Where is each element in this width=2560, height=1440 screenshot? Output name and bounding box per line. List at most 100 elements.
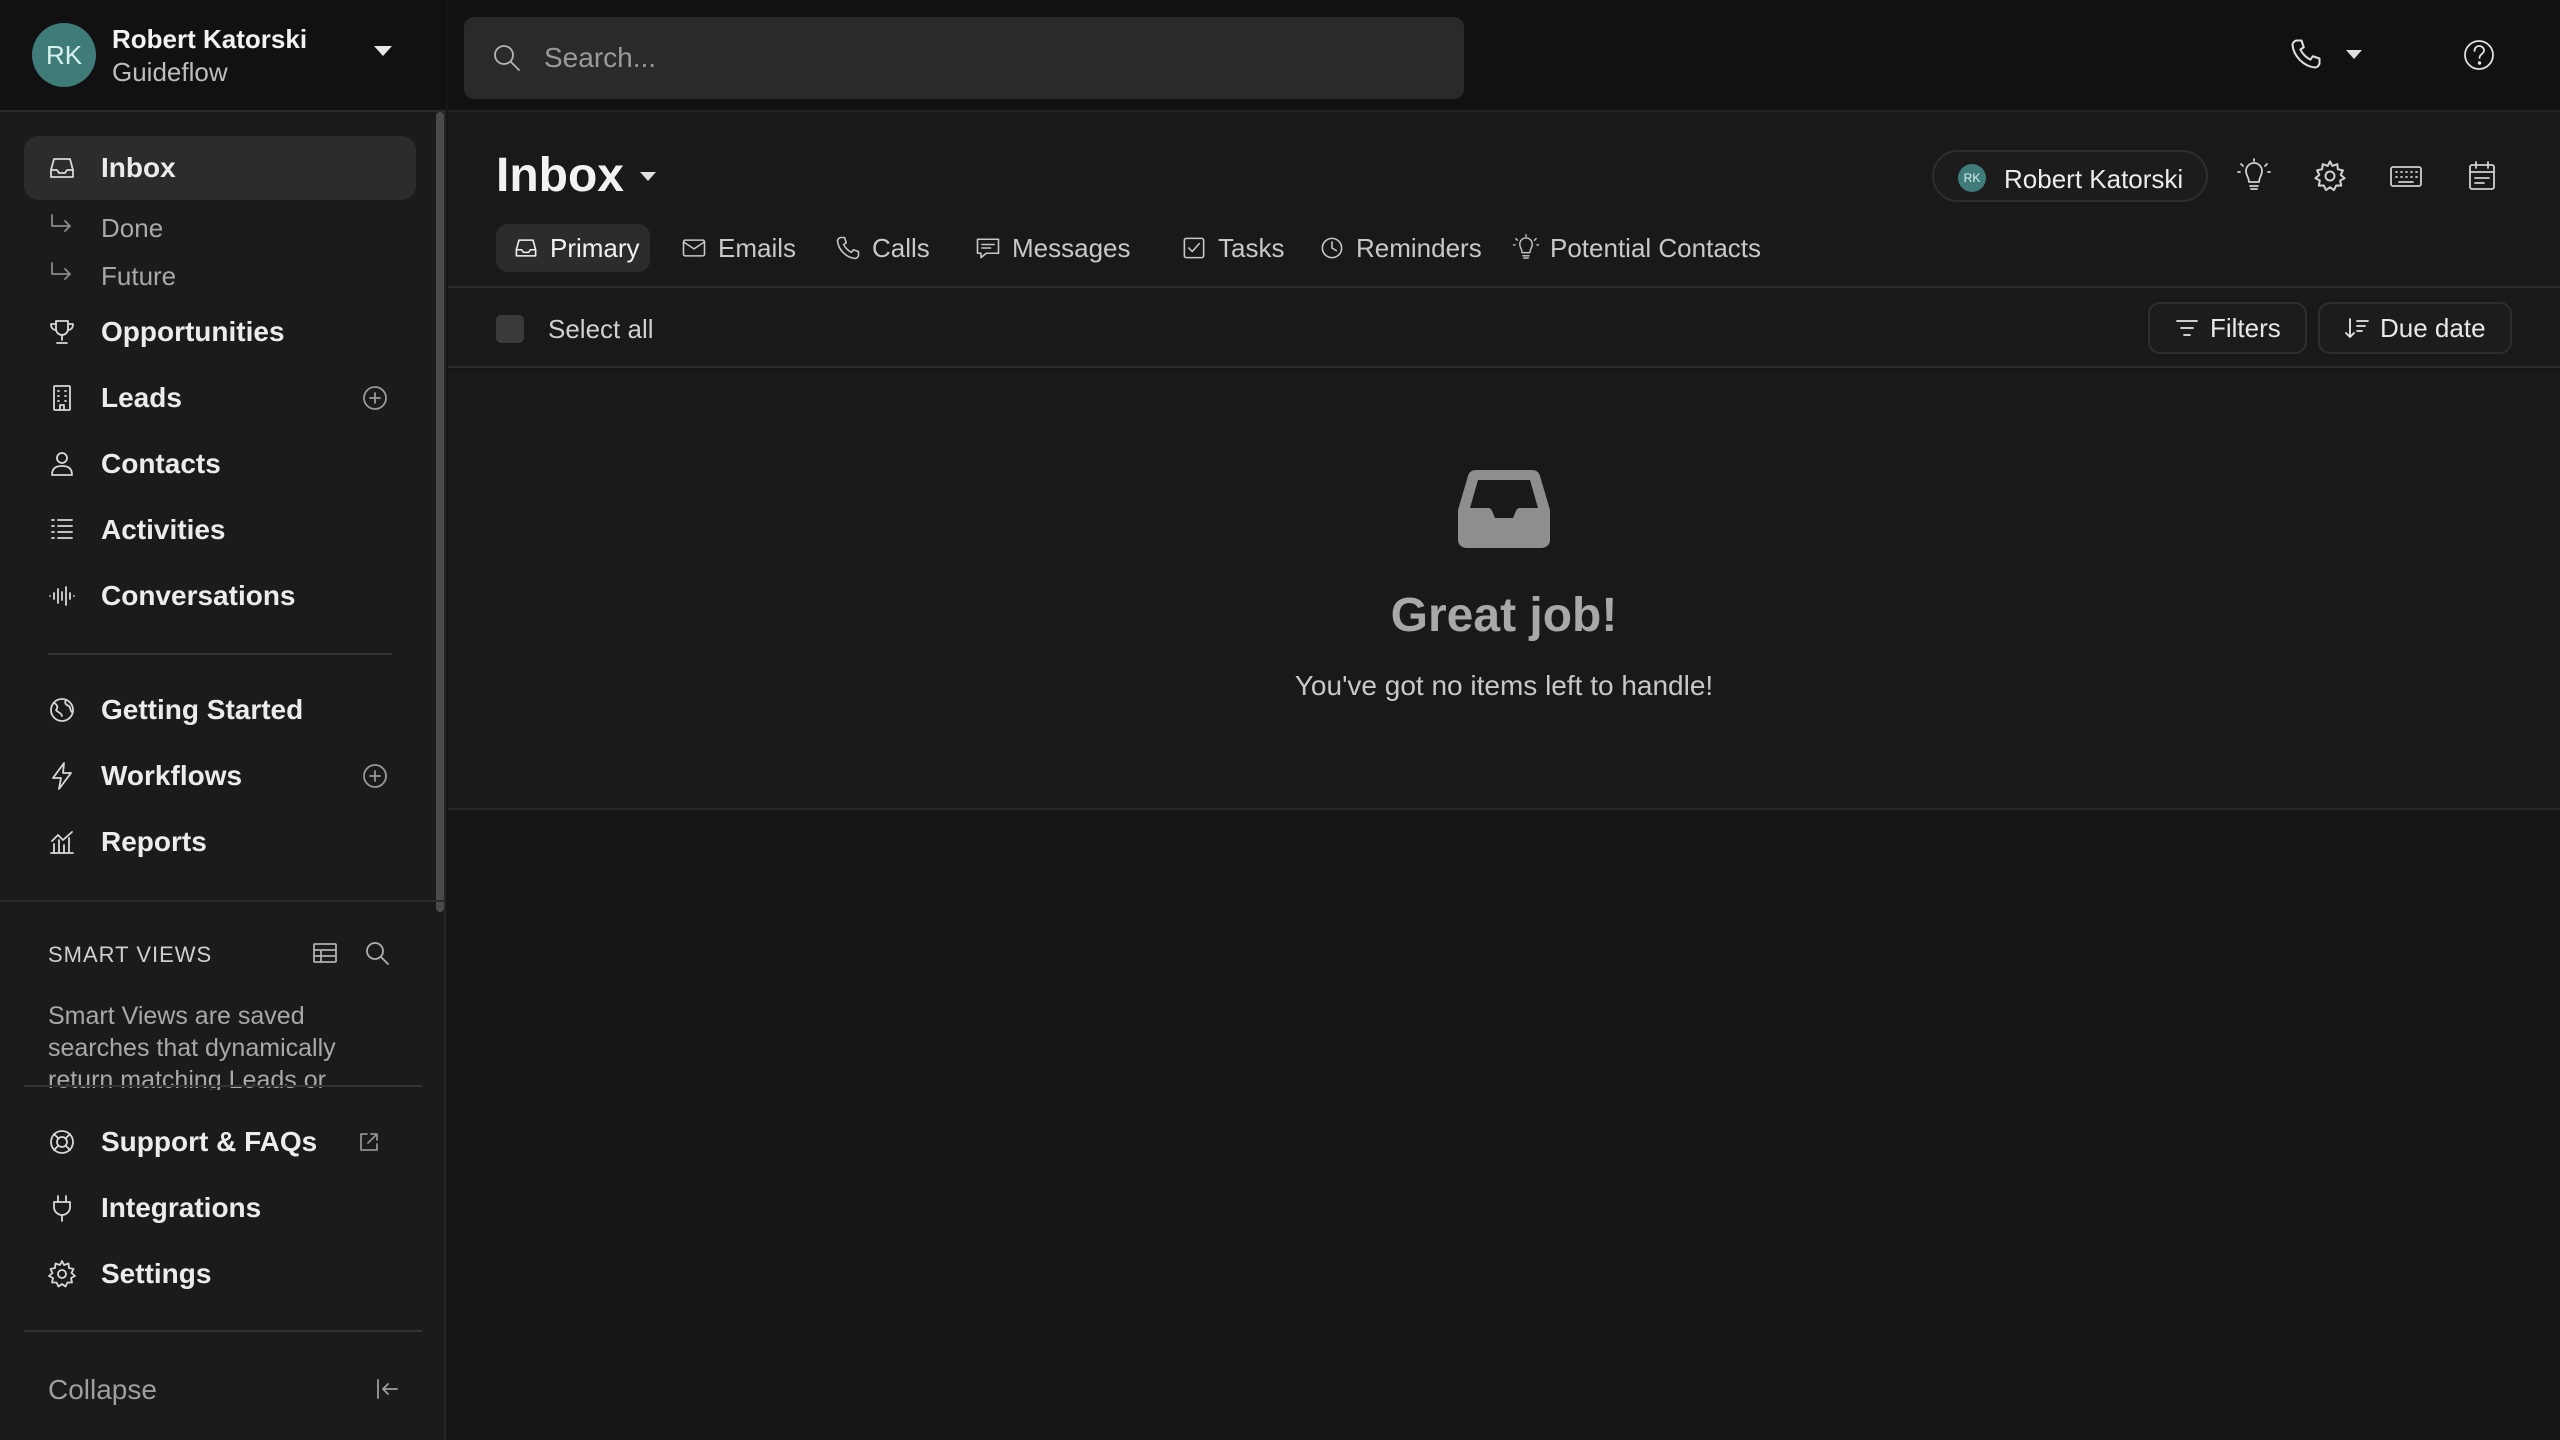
user-filter-chip[interactable]: RK Robert Katorski [1932,150,2208,202]
sidebar-item-support[interactable]: Support & FAQs [24,1110,416,1174]
top-bar [448,0,2560,112]
lightbulb-icon [1512,234,1540,259]
sidebar-item-conversations[interactable]: Conversations [24,564,416,628]
tab-label: Messages [1012,232,1131,263]
sidebar-item-label: Reports [101,826,207,857]
smart-views-description: Smart Views are saved searches that dyna… [48,1002,336,1090]
select-all-label[interactable]: Select all [548,314,654,345]
empty-state-subtitle: You've got no items left to handle! [1294,670,1714,701]
account-name: Robert Katorski [112,24,308,54]
caret-down-icon[interactable] [638,170,658,182]
gear-icon[interactable] [2312,158,2348,194]
search-icon [494,45,520,71]
tab-messages[interactable]: Messages [958,224,1131,272]
select-all-checkbox[interactable] [496,315,524,343]
add-lead-icon[interactable] [360,383,390,413]
collapse-sidebar-button[interactable]: Collapse [24,1330,422,1440]
sidebar-item-opportunities[interactable]: Opportunities [24,300,416,364]
sidebar-item-label: Opportunities [101,316,285,347]
sidebar-item-label: Conversations [101,580,296,611]
keyboard-icon[interactable] [2388,158,2424,194]
sidebar-item-label: Getting Started [101,694,304,725]
tab-label: Emails [718,232,797,263]
sort-icon [2345,318,2369,338]
sidebar-item-activities[interactable]: Activities [24,498,416,562]
filters-button[interactable]: Filters [2148,302,2307,354]
tab-primary[interactable]: Primary [496,224,650,272]
sidebar-item-leads[interactable]: Leads [24,366,416,430]
sidebar-item-label: Future [101,261,177,291]
caret-down-icon [374,46,392,56]
global-search[interactable] [464,17,1464,99]
sidebar-item-integrations[interactable]: Integrations [24,1176,416,1240]
sidebar-item-label: Integrations [101,1192,262,1223]
lightbulb-icon[interactable] [2236,158,2272,194]
plug-icon [53,1195,71,1222]
sidebar-item-workflows[interactable]: Workflows [24,744,416,808]
calendar-icon[interactable] [2464,158,2500,194]
table-icon[interactable] [310,938,340,968]
sidebar-item-label: Contacts [101,448,221,479]
trophy-icon [50,320,74,344]
tab-emails[interactable]: Emails [664,224,796,272]
smart-views-title: SMART VIEWS [48,942,213,967]
sidebar-item-label: Leads [101,382,182,413]
tab-reminders[interactable]: Reminders [1302,224,1482,272]
search-icon[interactable] [362,938,392,968]
phone-menu-button[interactable] [2288,36,2368,76]
tab-label: Potential Contacts [1550,232,1762,263]
empty-state: Great job! You've got no items left to h… [448,370,2560,810]
tab-potential-contacts[interactable]: Potential Contacts [1496,224,1761,272]
checkbox-icon [1183,237,1205,259]
sidebar-scrollbar[interactable] [436,112,444,912]
main-content: Inbox RK Robert Katorski Primary Emails … [448,112,2560,1440]
caret-down-icon [2346,50,2362,59]
sidebar-item-label: Done [101,213,164,243]
list-icon [51,519,73,539]
tab-label: Primary [550,232,640,263]
gear-icon [48,1260,76,1288]
page-title[interactable]: Inbox [496,148,624,203]
sidebar-item-future[interactable]: Future [24,252,416,296]
avatar: RK [1958,164,1986,192]
collapse-label: Collapse [48,1374,157,1405]
sidebar-item-inbox[interactable]: Inbox [24,136,416,200]
envelope-icon [682,239,706,257]
tab-tasks[interactable]: Tasks [1164,224,1284,272]
sort-button[interactable]: Due date [2318,302,2512,354]
sort-label: Due date [2380,312,2486,343]
tab-calls[interactable]: Calls [818,224,930,272]
sidebar-item-done[interactable]: Done [24,204,416,248]
tab-label: Tasks [1218,232,1285,263]
filter-icon [2176,320,2198,336]
account-switcher[interactable]: RK Robert Katorski Guideflow [0,0,446,112]
sidebar-item-getting-started[interactable]: Getting Started [24,678,416,742]
sidebar-item-settings[interactable]: Settings [24,1242,416,1306]
message-icon [976,238,1000,259]
search-input[interactable] [544,17,1444,99]
sidebar-item-label: Workflows [101,760,243,791]
person-icon [51,452,73,476]
sidebar-item-label: Settings [101,1258,212,1289]
sidebar-item-label: Support & FAQs [101,1126,318,1157]
account-organization: Guideflow [112,57,228,87]
inbox-header: Inbox RK Robert Katorski Primary Emails … [448,112,2560,288]
filters-label: Filters [2210,312,2281,343]
building-icon [53,385,71,411]
collapse-left-icon [377,1379,398,1399]
chart-icon [50,831,74,854]
inbox-icon [50,158,74,178]
sub-arrow-icon [51,214,71,232]
clock-icon [1321,237,1343,259]
add-workflow-icon[interactable] [360,761,390,791]
sub-arrow-icon [51,262,71,280]
sidebar-item-contacts[interactable]: Contacts [24,432,416,496]
empty-state-title: Great job! [1390,589,1618,642]
inbox-icon [515,239,537,257]
sidebar-item-reports[interactable]: Reports [24,810,416,874]
help-icon[interactable] [2460,36,2498,74]
sidebar-divider [24,1085,422,1087]
sidebar: RK Robert Katorski Guideflow Inbox Done … [0,0,446,1440]
user-chip-name: Robert Katorski [2004,164,2184,194]
inbox-toolbar: Select all Filters Due date [448,288,2560,368]
